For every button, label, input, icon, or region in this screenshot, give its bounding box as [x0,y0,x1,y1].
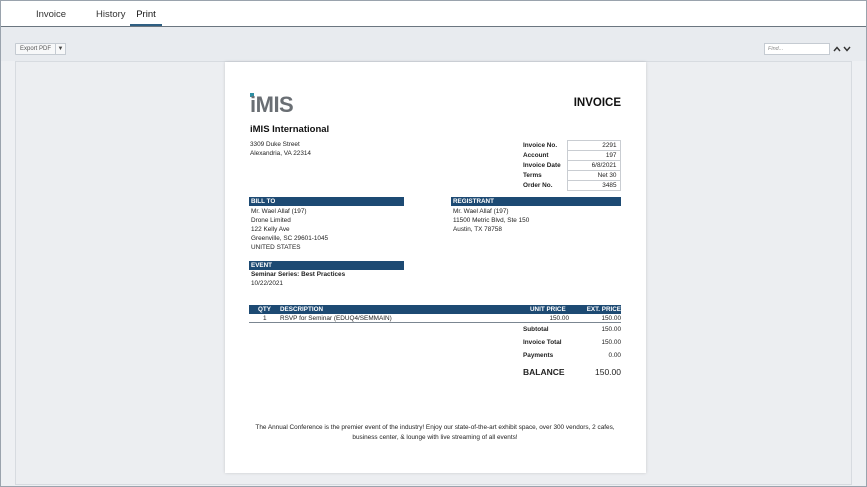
company-address-line1: 3309 Duke Street [250,141,300,148]
item-ext-price: 150.00 [601,315,621,322]
company-address-line2: Alexandria, VA 22314 [250,150,311,157]
find-input[interactable] [764,43,830,55]
meta-value: 197 [566,150,621,161]
bill-to-line: Greenville, SC 29601-1045 [251,235,329,242]
meta-label: Invoice No. [523,142,558,149]
items-table-header: QTY DESCRIPTION UNIT PRICE EXT. PRICE [249,305,621,314]
tab-bar: Invoice Summary History Print [1,1,866,48]
subtotal-label: Subtotal [523,326,549,333]
registrant-line: Mr. Wael Allaf (197) [453,208,509,215]
caret-down-icon[interactable]: ▼ [56,43,67,55]
invoice-total-value: 150.00 [601,339,621,346]
column-ext-price: EXT. PRICE [586,306,621,313]
meta-row-account: Account 197 [521,150,621,161]
find-navigation [832,42,851,56]
meta-label: Terms [523,172,542,179]
item-qty: 1 [263,315,267,322]
meta-label: Invoice Date [523,162,561,169]
tab-history[interactable]: History [94,1,126,26]
meta-label: Account [523,152,549,159]
tab-print[interactable]: Print [130,1,162,26]
balance-label: BALANCE [523,367,565,377]
table-row: 1 RSVP for Seminar (EDUQ4/SEMMAIN) 150.0… [249,314,621,323]
bill-to-line: Mr. Wael Allaf (197) [251,208,307,215]
event-date: 10/22/2021 [251,280,283,287]
chevron-up-icon[interactable] [832,42,841,56]
meta-row-invoice-date: Invoice Date 6/8/2021 [521,160,621,171]
event-name: Seminar Series: Best Practices [251,271,346,278]
item-description: RSVP for Seminar (EDUQ4/SEMMAIN) [280,315,392,322]
registrant-heading: REGISTRANT [451,197,621,206]
invoice-footer-message: The Annual Conference is the premier eve… [255,424,615,441]
export-pdf-button[interactable]: Export PDF ▼ [15,43,67,55]
imis-logo: iMIS [250,92,312,117]
logo-text: iMIS [250,93,293,113]
subtotal-value: 150.00 [601,326,621,333]
invoice-total-label: Invoice Total [523,339,562,346]
app-frame: Invoice Summary History Print Export PDF… [0,0,867,487]
meta-value: 3485 [566,180,621,191]
bill-to-line: UNITED STATES [251,244,301,251]
chevron-down-icon[interactable] [842,42,851,56]
item-unit-price: 150.00 [549,315,569,322]
export-pdf-label[interactable]: Export PDF [15,43,57,55]
report-toolbar: Export PDF ▼ [1,27,866,61]
payments-label: Payments [523,352,554,359]
invoice-meta-table: Invoice No. 2291 Account 197 Invoice Dat… [521,140,621,191]
company-name: iMIS International [250,124,330,135]
invoice-title: INVOICE [573,97,621,109]
meta-value: 2291 [566,140,621,151]
balance-value: 150.00 [595,367,621,377]
registrant-line: Austin, TX 78758 [453,226,502,233]
meta-row-terms: Terms Net 30 [521,170,621,181]
registrant-line: 11500 Metric Blvd, Ste 150 [453,217,530,224]
invoice-page: iMIS INVOICE iMIS International 3309 Duk… [225,62,646,473]
bill-to-line: 122 Kelly Ave [251,226,290,233]
column-description: DESCRIPTION [280,306,324,313]
meta-row-order-no: Order No. 3485 [521,180,621,191]
payments-value: 0.00 [608,352,621,359]
meta-label: Order No. [523,182,553,189]
bill-to-heading: BILL TO [249,197,404,206]
column-unit-price: UNIT PRICE [530,306,566,313]
event-heading: EVENT [249,261,404,270]
meta-value: 6/8/2021 [566,160,621,171]
meta-value: Net 30 [566,170,621,181]
meta-row-invoice-no: Invoice No. 2291 [521,140,621,151]
bill-to-line: Drone Limited [251,217,291,224]
column-qty: QTY [258,306,271,313]
tab-invoice-summary[interactable]: Invoice Summary [18,1,84,48]
